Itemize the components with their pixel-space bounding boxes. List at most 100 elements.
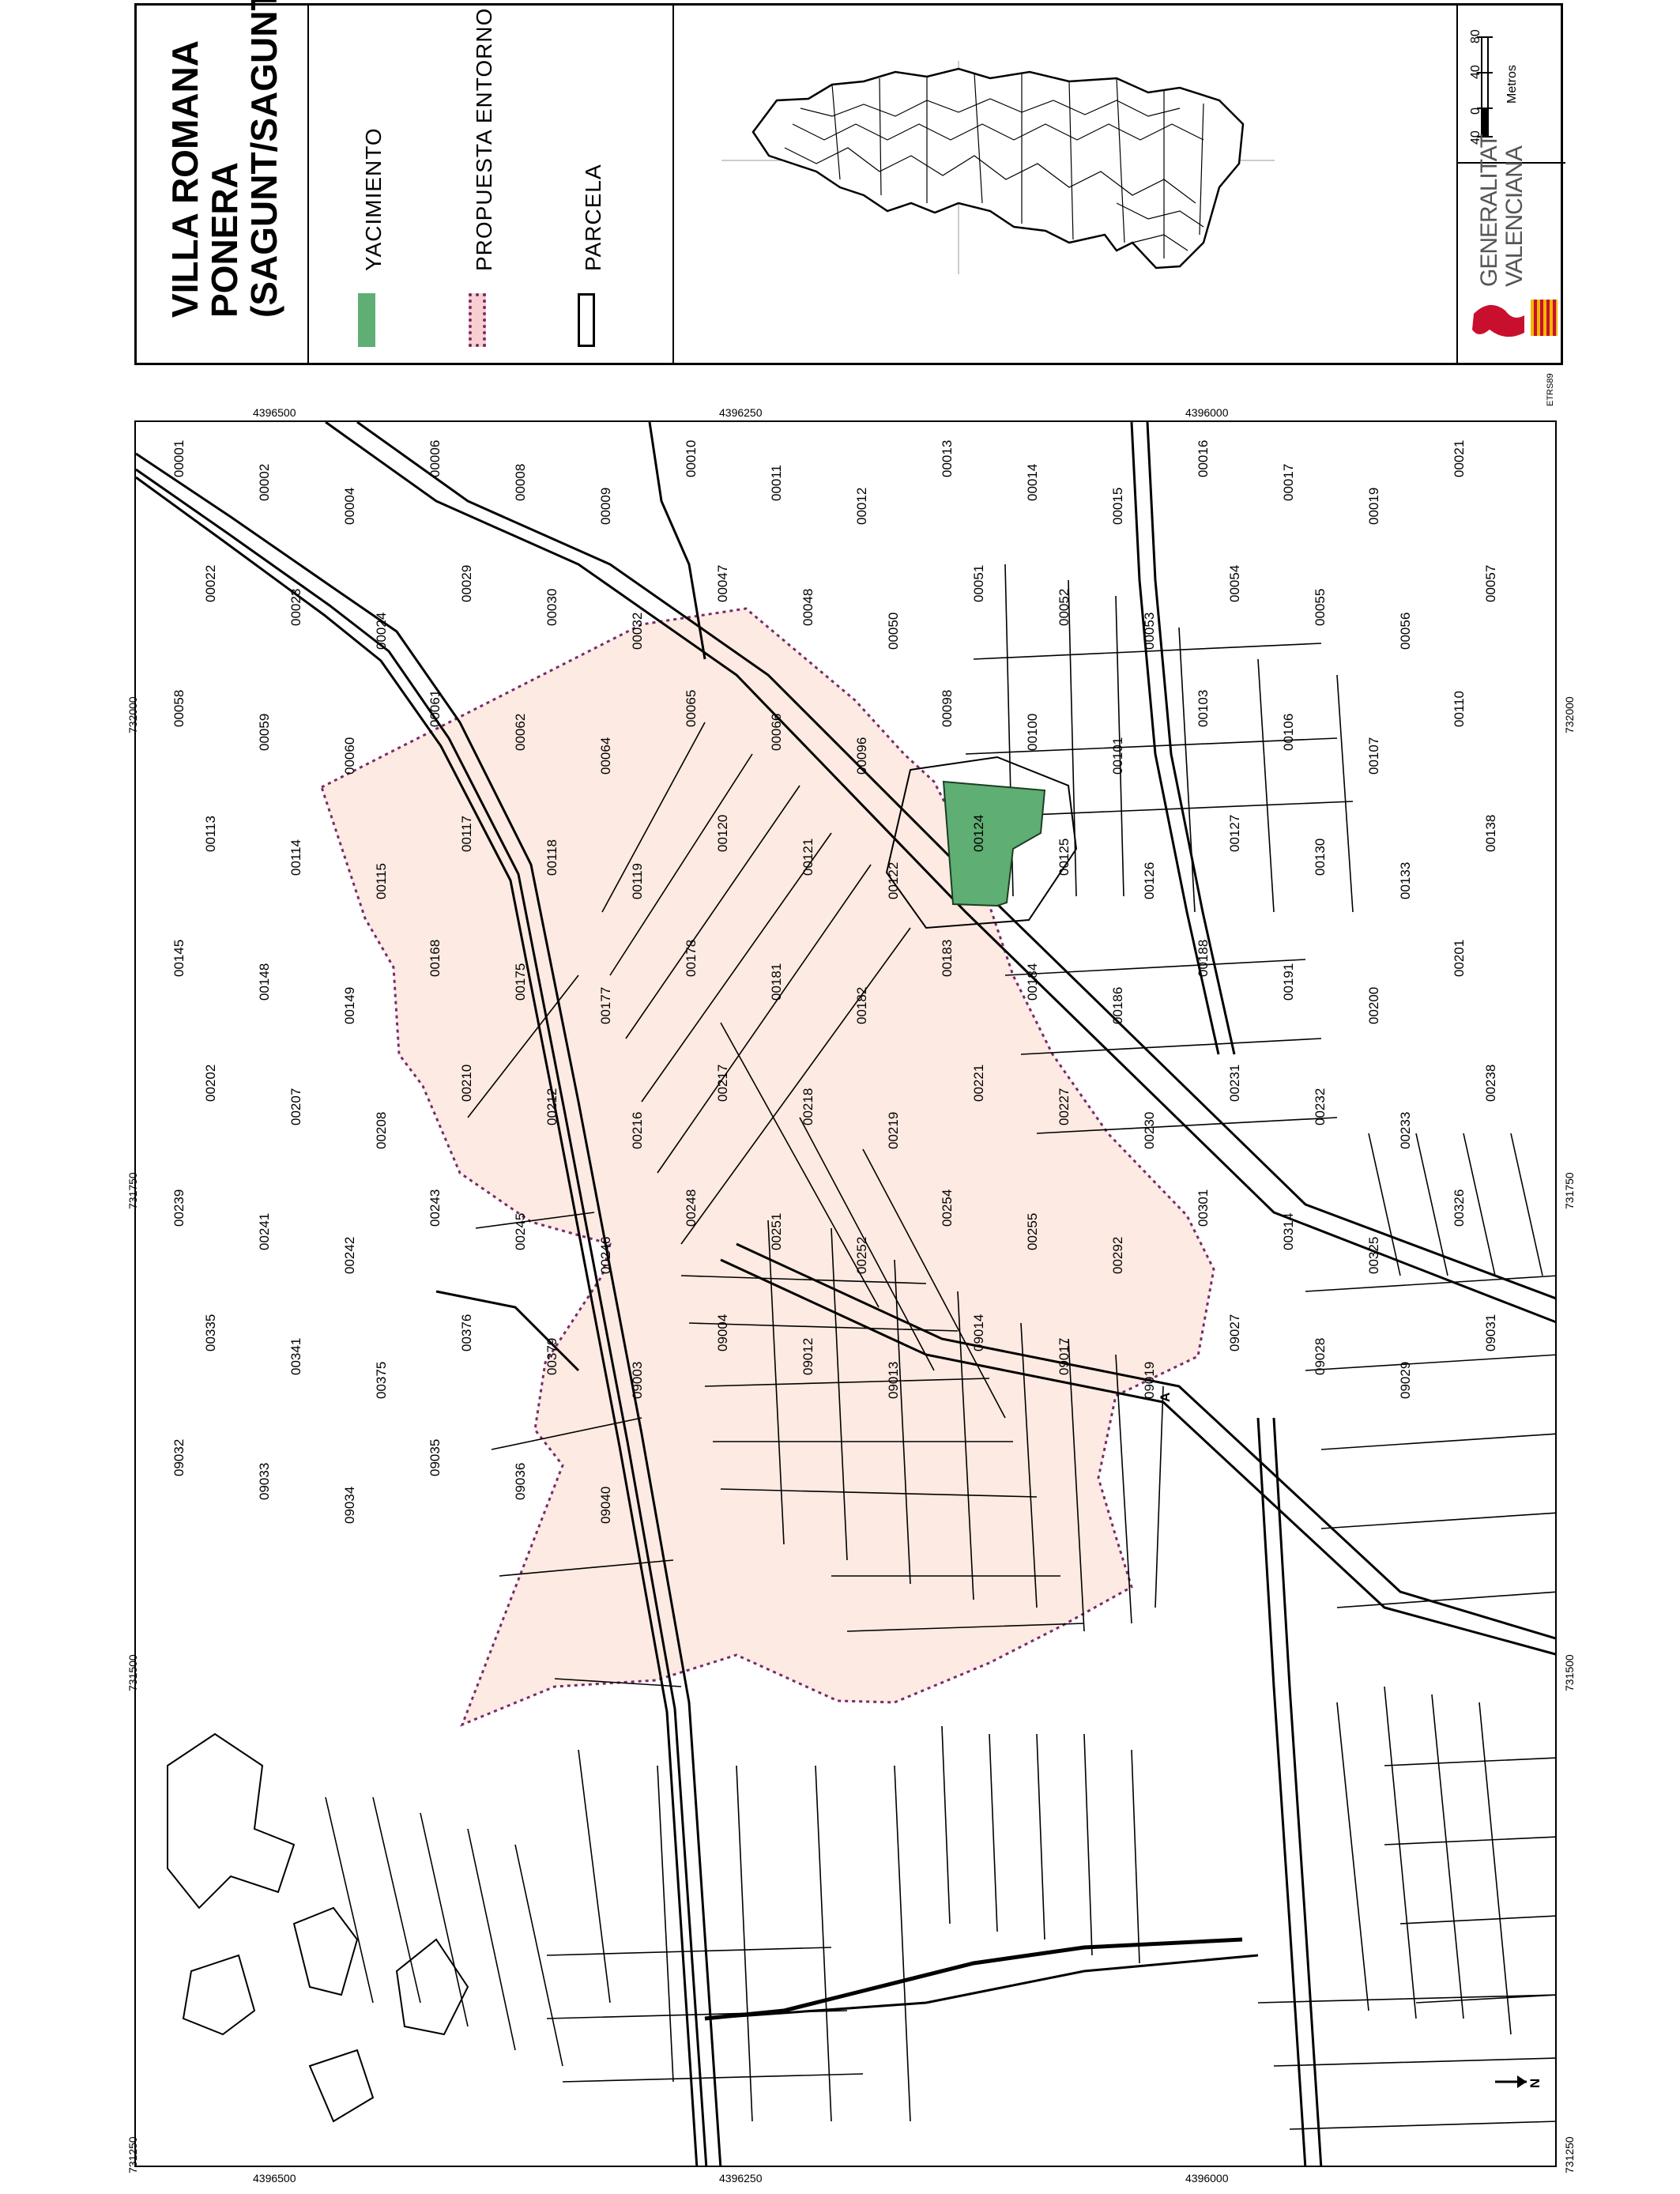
parcel-label-00301[interactable]: 00301 [1196,1189,1211,1227]
parcel-label-00217[interactable]: 00217 [715,1065,730,1102]
parcel-label-09012[interactable]: 09012 [800,1338,816,1375]
parcel-label-00175[interactable]: 00175 [513,963,528,1001]
parcel-label-00096[interactable]: 00096 [854,737,869,775]
parcel-label-00016[interactable]: 00016 [1196,440,1211,477]
parcel-label-00054[interactable]: 00054 [1227,565,1242,602]
parcel-label-00133[interactable]: 00133 [1398,862,1413,899]
parcel-label-00032[interactable]: 00032 [630,613,645,650]
parcel-label-00110[interactable]: 00110 [1452,691,1467,727]
parcel-label-00004[interactable]: 00004 [342,488,357,525]
parcel-label-09014[interactable]: 09014 [971,1314,986,1351]
parcel-label-00200[interactable]: 00200 [1366,987,1381,1024]
parcel-label-00021[interactable]: 00021 [1452,440,1467,477]
parcel-label-00103[interactable]: 00103 [1196,690,1211,727]
parcel-label-00376[interactable]: 00376 [459,1314,474,1351]
parcel-label-00341[interactable]: 00341 [288,1338,303,1375]
parcel-label-00113[interactable]: 00113 [203,816,218,852]
parcel-label-00100[interactable]: 00100 [1025,714,1040,751]
parcel-label-09027[interactable]: 09027 [1227,1314,1242,1351]
parcel-label-09034[interactable]: 09034 [342,1487,357,1524]
parcel-label-00051[interactable]: 00051 [971,565,986,602]
parcel-label-00015[interactable]: 00015 [1110,488,1125,525]
parcel-label-00061[interactable]: 00061 [428,690,443,727]
parcel-label-00182[interactable]: 00182 [854,987,869,1024]
parcel-label-00057[interactable]: 00057 [1483,565,1498,602]
parcel-label-00126[interactable]: 00126 [1142,862,1157,899]
parcel-label-00062[interactable]: 00062 [513,714,528,751]
parcel-label-09035[interactable]: 09035 [428,1439,443,1476]
parcel-label-00314[interactable]: 00314 [1281,1213,1296,1250]
parcel-label-00335[interactable]: 00335 [203,1314,218,1351]
parcel-label-00121[interactable]: 00121 [800,839,816,876]
parcel-label-09032[interactable]: 09032 [171,1439,186,1476]
parcel-label-09029[interactable]: 09029 [1398,1362,1413,1399]
parcel-label-00127[interactable]: 00127 [1227,815,1242,852]
parcel-label-00029[interactable]: 00029 [459,565,474,602]
parcel-label-00251[interactable]: 00251 [769,1213,784,1250]
parcel-label-09019[interactable]: 09019 [1142,1362,1157,1399]
parcel-label-00252[interactable]: 00252 [854,1237,869,1274]
parcel-label-00149[interactable]: 00149 [342,987,357,1024]
parcel-label-00243[interactable]: 00243 [428,1189,443,1227]
parcel-label-00060[interactable]: 00060 [342,737,357,775]
parcel-label-00065[interactable]: 00065 [684,690,699,727]
parcel-label-09033[interactable]: 09033 [257,1463,272,1500]
parcel-label-00202[interactable]: 00202 [203,1065,218,1102]
parcel-label-09003[interactable]: 09003 [630,1362,645,1399]
parcel-label-00119[interactable]: 00119 [630,863,645,899]
parcel-label-00107[interactable]: 00107 [1366,737,1381,775]
parcel-label-00117[interactable]: 00117 [459,816,474,852]
parcel-label-00201[interactable]: 00201 [1452,940,1467,977]
parcel-label-00207[interactable]: 00207 [288,1088,303,1125]
parcel-label-00066[interactable]: 00066 [769,714,784,751]
parcel-label-00379[interactable]: 00379 [544,1338,559,1375]
parcel-label-00047[interactable]: 00047 [715,565,730,602]
parcel-label-00208[interactable]: 00208 [374,1112,389,1149]
parcel-label-00188[interactable]: 00188 [1196,940,1211,977]
parcel-label-00115[interactable]: 00115 [374,863,389,899]
parcel-label-00248[interactable]: 00248 [684,1189,699,1227]
parcel-label-00184[interactable]: 00184 [1025,963,1040,1001]
parcel-label-00145[interactable]: 00145 [171,940,186,977]
parcel-label-00130[interactable]: 00130 [1313,839,1328,876]
parcel-label-00326[interactable]: 00326 [1452,1189,1467,1227]
parcel-label-09004[interactable]: 09004 [715,1314,730,1351]
parcel-label-00055[interactable]: 00055 [1313,589,1328,626]
parcel-label-00292[interactable]: 00292 [1110,1237,1125,1274]
parcel-label-00014[interactable]: 00014 [1025,464,1040,501]
parcel-label-00056[interactable]: 00056 [1398,613,1413,650]
parcel-label-00024[interactable]: 00024 [374,613,389,650]
parcel-label-00210[interactable]: 00210 [459,1065,474,1102]
parcel-label-00242[interactable]: 00242 [342,1237,357,1274]
parcel-label-09028[interactable]: 09028 [1313,1338,1328,1375]
parcel-label-00050[interactable]: 00050 [886,613,901,650]
parcel-label-00231[interactable]: 00231 [1227,1065,1242,1102]
parcel-label-00186[interactable]: 00186 [1110,987,1125,1024]
parcel-label-00023[interactable]: 00023 [288,589,303,626]
parcel-label-00245[interactable]: 00245 [513,1213,528,1250]
parcel-label-00219[interactable]: 00219 [886,1112,901,1149]
parcel-label-09017[interactable]: 09017 [1057,1338,1072,1375]
parcel-label-00012[interactable]: 00012 [854,488,869,525]
parcel-label-00001[interactable]: 00001 [171,440,186,477]
parcel-label-00221[interactable]: 00221 [971,1065,986,1102]
parcel-label-00325[interactable]: 00325 [1366,1237,1381,1274]
parcel-label-00006[interactable]: 00006 [428,440,443,477]
parcel-label-00124[interactable]: 00124 [971,815,986,852]
parcel-label-09031[interactable]: 09031 [1483,1314,1498,1351]
parcel-label-00106[interactable]: 00106 [1281,714,1296,751]
parcel-label-00008[interactable]: 00008 [513,464,528,501]
parcel-label-00022[interactable]: 00022 [203,565,218,602]
parcel-label-00101[interactable]: 00101 [1110,737,1125,775]
parcel-label-00118[interactable]: 00118 [544,839,559,876]
parcel-label-00239[interactable]: 00239 [171,1189,186,1227]
parcel-label-00181[interactable]: 00181 [769,963,784,1001]
parcel-label-00254[interactable]: 00254 [940,1189,955,1227]
parcel-label-00052[interactable]: 00052 [1057,589,1072,626]
parcel-label-00122[interactable]: 00122 [886,862,901,899]
parcel-label-00125[interactable]: 00125 [1057,839,1072,876]
parcel-label-00246[interactable]: 00246 [598,1237,613,1274]
parcel-label-00064[interactable]: 00064 [598,737,613,775]
parcel-label-00013[interactable]: 00013 [940,440,955,477]
parcel-label-00232[interactable]: 00232 [1313,1088,1328,1125]
